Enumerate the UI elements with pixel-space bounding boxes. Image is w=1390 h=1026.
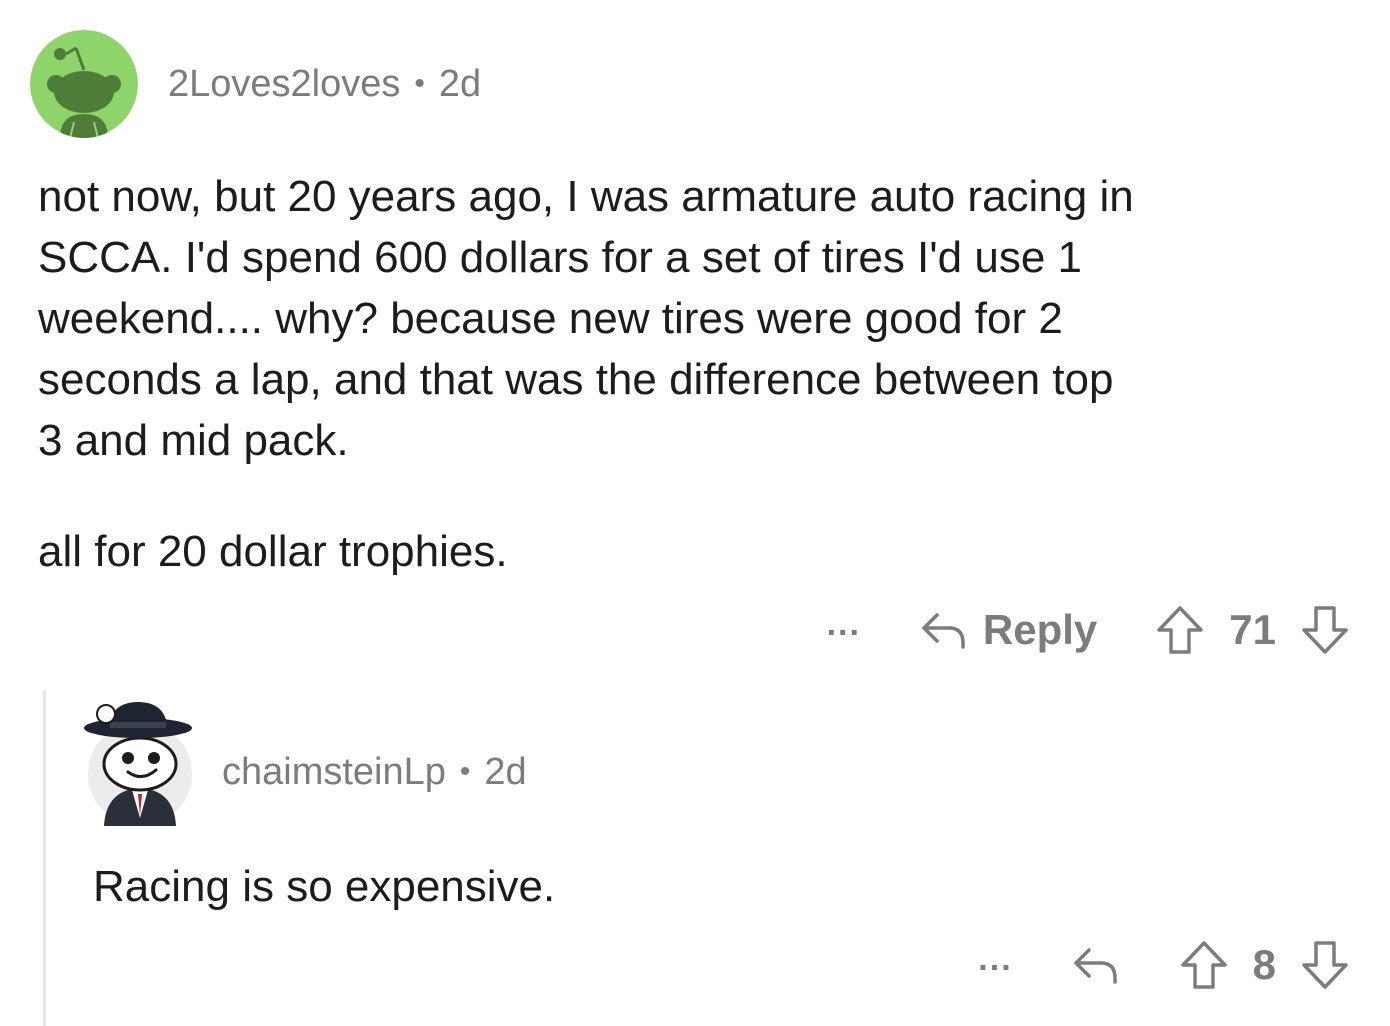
comment-meta: 2Loves2loves • 2d [168,63,481,106]
reply-button[interactable]: Reply [919,606,1097,654]
reply-meta: chaimsteinLp • 2d [222,751,527,794]
reply-label: Reply [982,606,1098,653]
more-options-button[interactable]: ... [827,607,861,641]
reply-button[interactable] [1071,944,1121,986]
vote-controls: 71 [1155,604,1350,656]
more-options-button[interactable]: ... [978,942,1012,976]
upvote-arrow-icon[interactable] [1179,939,1229,991]
upvote-arrow-icon[interactable] [1155,604,1205,656]
meta-separator: • [414,67,425,100]
reply-actions: ... 8 [978,935,1350,995]
snoo-avatar-icon [30,30,138,138]
meta-separator: • [459,755,471,788]
downvote-arrow-icon[interactable] [1300,939,1350,991]
comment-header: 2Loves2loves • 2d [30,30,481,138]
avatar[interactable] [82,698,194,826]
snoo-detective-avatar-icon [84,702,192,826]
comment-age: 2d [438,62,482,105]
comment-actions: ... Reply 71 [827,600,1350,660]
vote-count: 71 [1229,606,1276,653]
comment-text-paragraph-2: all for 20 dollar trophies. [38,527,508,576]
avatar[interactable] [30,30,138,138]
thread-line[interactable] [43,690,46,1026]
reply-text: Racing is so expensive. [93,862,556,911]
comment-text: not now, but 20 years ago, I was armatur… [38,172,1134,465]
username[interactable]: chaimsteinLp [222,751,446,794]
reply-header: chaimsteinLp • 2d [82,698,527,826]
reply-arrow-icon [919,609,969,651]
comment-thread: 2Loves2loves • 2d not now, but 20 years … [0,0,1390,1026]
comment-age: 2d [484,750,527,793]
vote-count: 8 [1252,941,1276,988]
vote-controls: 8 [1179,939,1350,991]
downvote-arrow-icon[interactable] [1300,604,1350,656]
reply-arrow-icon [1071,944,1121,986]
username[interactable]: 2Loves2loves [168,63,400,106]
